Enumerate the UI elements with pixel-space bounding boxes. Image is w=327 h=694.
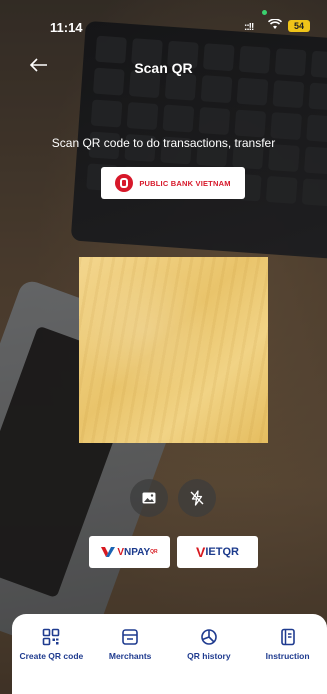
status-bar: 11:14 ::!! 54 xyxy=(0,0,327,40)
nav-create-qr-code[interactable]: Create QR code xyxy=(12,614,91,694)
bottom-nav: Create QR code Merchants QR history Inst… xyxy=(12,614,327,694)
signal-icon: ::!! xyxy=(244,22,254,33)
nav-merchants[interactable]: Merchants xyxy=(91,614,170,694)
document-icon xyxy=(280,628,295,646)
storefront-icon xyxy=(122,629,138,645)
wifi-icon xyxy=(267,18,283,33)
privacy-indicator xyxy=(262,10,267,15)
image-icon xyxy=(142,492,156,504)
gallery-button[interactable] xyxy=(130,479,168,517)
history-pie-icon xyxy=(201,629,217,645)
scan-frame xyxy=(79,257,268,443)
flash-off-icon xyxy=(190,490,204,506)
bank-emblem-icon xyxy=(115,174,134,192)
vnpay-logo: V NPAY QR xyxy=(89,536,170,568)
status-time: 11:14 xyxy=(50,20,83,35)
bank-logo: PUBLIC BANK VIETNAM xyxy=(101,167,245,199)
flash-toggle-button[interactable] xyxy=(178,479,216,517)
page-title: Scan QR xyxy=(134,60,193,76)
qr-code-icon xyxy=(43,628,60,646)
vnpay-mark-icon xyxy=(101,547,116,557)
vietqr-logo: V IETQR xyxy=(177,536,258,568)
nav-qr-history[interactable]: QR history xyxy=(170,614,249,694)
nav-instruction[interactable]: Instruction xyxy=(248,614,327,694)
bank-name: PUBLIC BANK VIETNAM xyxy=(139,178,231,188)
battery-icon: 54 xyxy=(288,20,310,32)
scan-instruction: Scan QR code to do transactions, transfe… xyxy=(51,136,276,150)
